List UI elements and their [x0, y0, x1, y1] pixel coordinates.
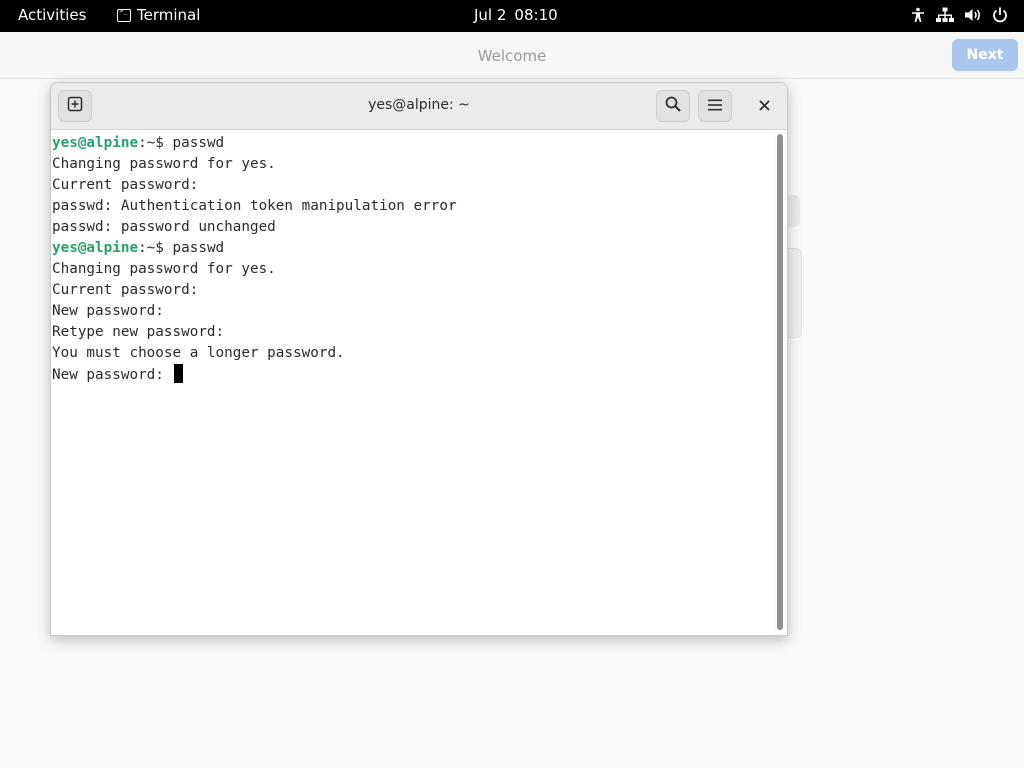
terminal-line: Changing password for yes.	[52, 154, 773, 175]
volume-icon[interactable]	[964, 7, 982, 23]
prompt-user: yes@alpine	[52, 240, 139, 256]
prompt-command: :~$ passwd	[138, 135, 225, 151]
app-name: Terminal	[137, 6, 201, 24]
prompt-command: :~$ passwd	[138, 240, 225, 256]
terminal-line: passwd: Authentication token manipulatio…	[52, 196, 773, 217]
output-text: Retype new password:	[52, 324, 225, 340]
terminal-line: passwd: password unchanged	[52, 217, 773, 238]
search-icon	[665, 96, 681, 116]
output-text: passwd: Authentication token manipulatio…	[52, 198, 457, 214]
text-cursor	[173, 364, 183, 383]
terminal-line: Retype new password:	[52, 322, 773, 343]
menu-button[interactable]	[698, 90, 732, 122]
output-text: You must choose a longer password.	[52, 345, 345, 361]
terminal-lines: yes@alpine:~$ passwd Changing password fo…	[51, 130, 773, 385]
output-text: Changing password for yes.	[52, 156, 276, 172]
output-text: passwd: password unchanged	[52, 219, 276, 235]
clock-date: Jul 2	[474, 6, 507, 24]
close-button[interactable]	[751, 94, 777, 118]
close-icon	[758, 97, 770, 115]
terminal-headerbar[interactable]: yes@alpine: ~	[51, 83, 787, 130]
next-button[interactable]: Next	[952, 39, 1018, 71]
terminal-line: You must choose a longer password.	[52, 343, 773, 364]
prompt-user: yes@alpine	[52, 135, 139, 151]
terminal-line: New password:	[52, 301, 773, 322]
clock[interactable]: Jul 2 08:10	[474, 6, 558, 24]
output-text: Current password:	[52, 177, 199, 193]
welcome-title: Welcome	[477, 47, 547, 65]
scrollbar-thumb[interactable]	[777, 134, 783, 630]
power-icon[interactable]	[992, 7, 1008, 23]
search-button[interactable]	[656, 90, 690, 122]
output-text: Changing password for yes.	[52, 261, 276, 277]
network-icon[interactable]	[936, 7, 954, 23]
activities-button[interactable]: Activities	[18, 6, 86, 24]
terminal-line: yes@alpine:~$ passwd	[52, 133, 773, 154]
system-tray[interactable]	[910, 7, 1008, 23]
terminal-window: yes@alpine: ~ yes@alpine:~$ passwd Chang…	[50, 82, 788, 636]
terminal-line: New password:	[52, 364, 773, 385]
menu-icon	[707, 97, 723, 116]
terminal-line: Changing password for yes.	[52, 259, 773, 280]
output-text: Current password:	[52, 282, 199, 298]
output-text: New password:	[52, 303, 164, 319]
terminal-line: yes@alpine:~$ passwd	[52, 238, 773, 259]
scrollbar[interactable]	[773, 130, 787, 635]
output-text: New password:	[52, 367, 173, 383]
accessibility-icon[interactable]	[910, 7, 926, 23]
terminal-app-icon	[117, 7, 131, 22]
top-bar: Activities Terminal Jul 2 08:10	[0, 0, 1024, 32]
clock-time: 08:10	[514, 6, 558, 24]
terminal-output[interactable]: yes@alpine:~$ passwd Changing password fo…	[51, 130, 773, 635]
terminal-line: Current password:	[52, 175, 773, 196]
app-menu[interactable]: Terminal	[117, 6, 200, 24]
terminal-line: Current password:	[52, 280, 773, 301]
welcome-header: Welcome Next	[0, 32, 1024, 79]
